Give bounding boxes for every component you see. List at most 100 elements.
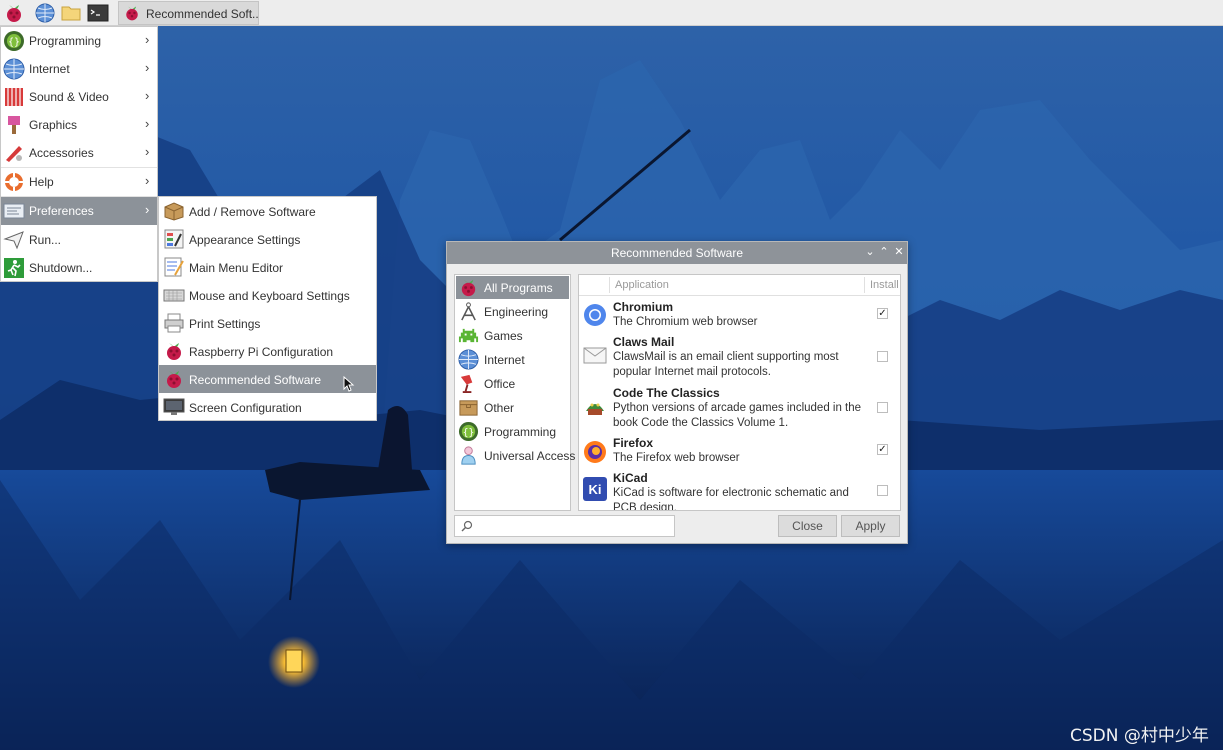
menu-item-graphics[interactable]: Graphics › (1, 111, 157, 139)
chevron-right-icon: › (145, 60, 150, 75)
watermark: CSDN @村中少年 (1070, 726, 1209, 746)
chevron-right-icon: › (145, 144, 150, 159)
search-icon (461, 520, 473, 532)
app-name: Firefox (613, 436, 654, 450)
category-label: Engineering (484, 305, 549, 319)
submenu-item-main-menu-editor[interactable]: Main Menu Editor (159, 253, 376, 281)
category-label: Office (484, 377, 516, 391)
accessories-icon (6, 146, 22, 162)
mail-icon (583, 347, 607, 364)
office-icon (460, 374, 473, 394)
menu-item-help[interactable]: Help › (1, 168, 157, 196)
raspberry-icon (167, 371, 181, 388)
search-field[interactable] (454, 515, 675, 537)
submenu-item-appearance-settings[interactable]: Appearance Settings (159, 225, 376, 253)
submenu-item-label: Add / Remove Software (189, 205, 316, 219)
install-checkbox-kicad[interactable] (877, 485, 888, 496)
compass-icon (461, 302, 476, 321)
submenu-item-label: Mouse and Keyboard Settings (189, 289, 350, 303)
category-universal-access[interactable]: Universal Access (456, 444, 575, 467)
submenu-item-screen-configuration[interactable]: Screen Configuration (159, 393, 376, 421)
menu-item-shutdown[interactable]: Shutdown... (1, 254, 157, 282)
app-row-claws-mail[interactable]: Claws Mail ClawsMail is an email client … (579, 335, 900, 385)
sound-video-icon (5, 88, 23, 106)
category-programming[interactable]: {} Programming (456, 420, 569, 443)
install-checkbox-firefox[interactable]: ✓ (877, 444, 888, 455)
column-header-install[interactable]: Install (870, 279, 899, 291)
menu-item-label: Internet (29, 62, 70, 76)
install-checkbox-claws-mail[interactable] (877, 351, 888, 362)
taskbar-window-button[interactable]: Recommended Soft.. (118, 1, 259, 25)
category-engineering[interactable]: Engineering (456, 300, 569, 323)
mouse-cursor-icon (343, 376, 355, 392)
menu-item-run[interactable]: Run... (1, 226, 157, 254)
category-other[interactable]: Other (456, 396, 569, 419)
menu-item-sound-video[interactable]: Sound & Video › (1, 83, 157, 111)
appearance-icon (164, 229, 184, 249)
raspberry-menu-icon[interactable] (3, 2, 25, 24)
main-menu: {} Programming › Internet › Sound & Vide… (0, 26, 158, 282)
menu-item-accessories[interactable]: Accessories › (1, 139, 157, 167)
menu-item-label: Graphics (29, 118, 78, 132)
app-row-code-the-classics[interactable]: Code The Classics Python versions of arc… (579, 386, 900, 436)
package-icon (164, 202, 184, 221)
window-titlebar[interactable]: Recommended Software ⌄ ⌃ ✕ (447, 242, 907, 264)
submenu-item-mouse-keyboard-settings[interactable]: Mouse and Keyboard Settings (159, 281, 376, 309)
submenu-item-raspberry-pi-configuration[interactable]: Raspberry Pi Configuration (159, 337, 376, 365)
box-icon (459, 400, 478, 416)
app-row-kicad[interactable]: Ki KiCad KiCad is software for electroni… (579, 471, 900, 510)
menu-item-preferences[interactable]: Preferences › (1, 197, 157, 225)
file-manager-icon[interactable] (60, 2, 82, 24)
submenu-item-label: Main Menu Editor (189, 261, 284, 275)
keyboard-icon (163, 289, 185, 302)
terminal-icon[interactable] (87, 2, 109, 24)
minimize-icon[interactable]: ⌄ (863, 245, 877, 261)
app-row-firefox[interactable]: Firefox The Firefox web browser ✓ (579, 436, 900, 470)
maximize-icon[interactable]: ⌃ (877, 245, 891, 261)
app-name: Claws Mail (613, 335, 675, 349)
submenu-item-add-remove-software[interactable]: Add / Remove Software (159, 197, 376, 225)
app-description: The Chromium web browser (613, 316, 758, 328)
close-button[interactable]: Close (778, 515, 837, 537)
graphics-icon (8, 116, 20, 134)
app-name: Chromium (613, 300, 673, 314)
programming-icon: {} (458, 421, 479, 442)
install-checkbox-code-the-classics[interactable] (877, 402, 888, 413)
close-icon[interactable]: ✕ (892, 245, 906, 261)
app-description: ClawsMail is an email client supporting … (613, 351, 839, 378)
menu-editor-icon (164, 257, 184, 277)
column-header-application[interactable]: Application (615, 279, 669, 291)
category-label: All Programs (484, 281, 553, 295)
raspberry-icon (461, 279, 476, 297)
app-name: KiCad (613, 471, 648, 485)
apply-button[interactable]: Apply (841, 515, 900, 537)
window-title: Recommended Software (610, 246, 744, 260)
submenu-item-label: Recommended Software (189, 373, 322, 387)
recommended-software-window: Recommended Software ⌄ ⌃ ✕ All Programs … (446, 241, 908, 544)
category-internet[interactable]: Internet (456, 348, 569, 371)
menu-item-label: Sound & Video (29, 90, 109, 104)
taskbar-window-label: Recommended Soft.. (146, 7, 259, 21)
printer-icon (164, 313, 184, 333)
submenu-item-label: Print Settings (189, 317, 261, 331)
submenu-item-label: Raspberry Pi Configuration (189, 345, 334, 359)
chevron-right-icon: › (145, 32, 150, 47)
firefox-icon (584, 441, 606, 463)
monitor-icon (163, 398, 185, 415)
search-input[interactable] (477, 518, 671, 536)
menu-item-label: Accessories (29, 146, 94, 160)
menu-item-internet[interactable]: Internet › (1, 55, 157, 83)
install-checkbox-chromium[interactable]: ✓ (877, 308, 888, 319)
menu-item-label: Preferences (29, 204, 94, 218)
chromium-icon (584, 304, 606, 326)
web-browser-icon[interactable] (34, 2, 56, 24)
app-row-chromium[interactable]: Chromium The Chromium web browser ✓ (579, 300, 900, 334)
menu-item-label: Run... (29, 233, 62, 247)
taskbar: Recommended Soft.. (0, 0, 1223, 26)
submenu-item-print-settings[interactable]: Print Settings (159, 309, 376, 337)
category-games[interactable]: Games (456, 324, 569, 347)
category-all-programs[interactable]: All Programs (456, 276, 569, 299)
category-office[interactable]: Office (456, 372, 569, 395)
accessibility-icon (461, 446, 476, 465)
menu-item-programming[interactable]: {} Programming › (1, 27, 157, 55)
